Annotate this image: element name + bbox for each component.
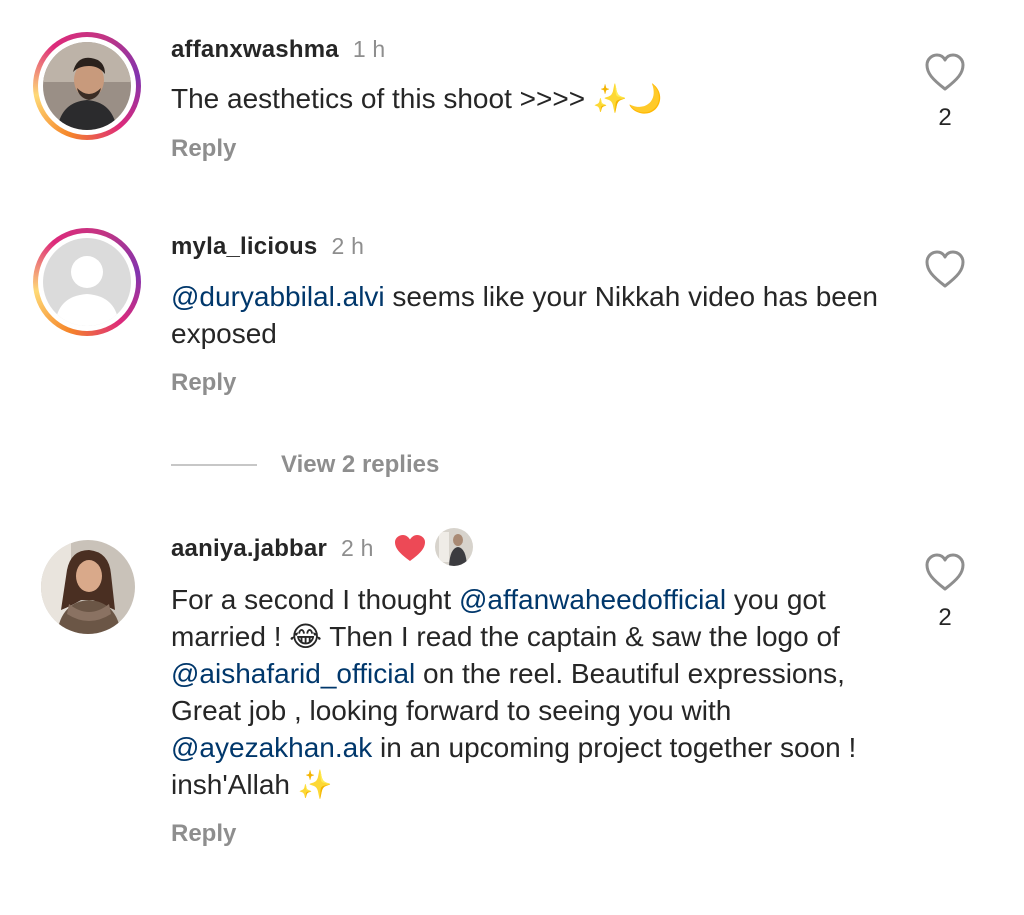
creator-avatar-icon [435, 528, 473, 566]
comment-username[interactable]: aaniya.jabbar 2 h [171, 535, 374, 563]
sparkles-emoji: ✨ [297, 768, 333, 801]
comment-time: 2 h [341, 535, 374, 561]
comment-text: The aesthetics of this shoot >>>> ✨🌙 [171, 82, 663, 115]
username-text[interactable]: aaniya.jabbar [171, 535, 327, 562]
avatar [43, 42, 131, 130]
username-text[interactable]: affanxwashma [171, 36, 339, 63]
like-count: 2 [938, 104, 952, 131]
mention-link[interactable]: @aishafarid_official [171, 658, 415, 689]
replies-divider [171, 464, 257, 466]
reply-button[interactable]: Reply [171, 820, 236, 848]
comment-time: 1 h [352, 36, 386, 62]
mention-link[interactable]: @ayezakhan.ak [171, 732, 372, 763]
username-text[interactable]: myla_licious [171, 233, 317, 260]
reply-button[interactable]: Reply [171, 135, 236, 163]
comment-username[interactable]: affanxwashma 1 h [171, 36, 385, 64]
comment-username[interactable]: myla_licious 2 h [171, 233, 364, 261]
heart-outline-icon[interactable] [924, 249, 966, 289]
comment-text: For a second I thought @affanwaheedoffic… [171, 584, 857, 801]
heart-outline-icon[interactable] [924, 552, 966, 592]
like-count: 2 [938, 604, 952, 631]
default-avatar-icon [43, 238, 131, 326]
mention-link[interactable]: @duryabbilal.alvi [171, 281, 385, 312]
laughing-emoji: 😂 [289, 620, 322, 653]
view-replies-button[interactable]: View 2 replies [171, 449, 439, 481]
red-heart-icon [393, 533, 427, 563]
comment-text: @duryabbilal.alvi seems like your Nikkah… [171, 281, 879, 349]
story-ring-avatar[interactable] [33, 32, 141, 140]
comment-time: 2 h [331, 233, 365, 259]
mention-link[interactable]: @affanwaheedofficial [459, 584, 726, 615]
sparkles-moon-emoji: ✨🌙 [592, 82, 663, 115]
reply-button[interactable]: Reply [171, 369, 236, 397]
story-ring-avatar[interactable] [33, 228, 141, 336]
view-replies-label[interactable]: View 2 replies [281, 451, 439, 479]
heart-outline-icon[interactable] [924, 52, 966, 92]
avatar[interactable] [41, 540, 135, 634]
